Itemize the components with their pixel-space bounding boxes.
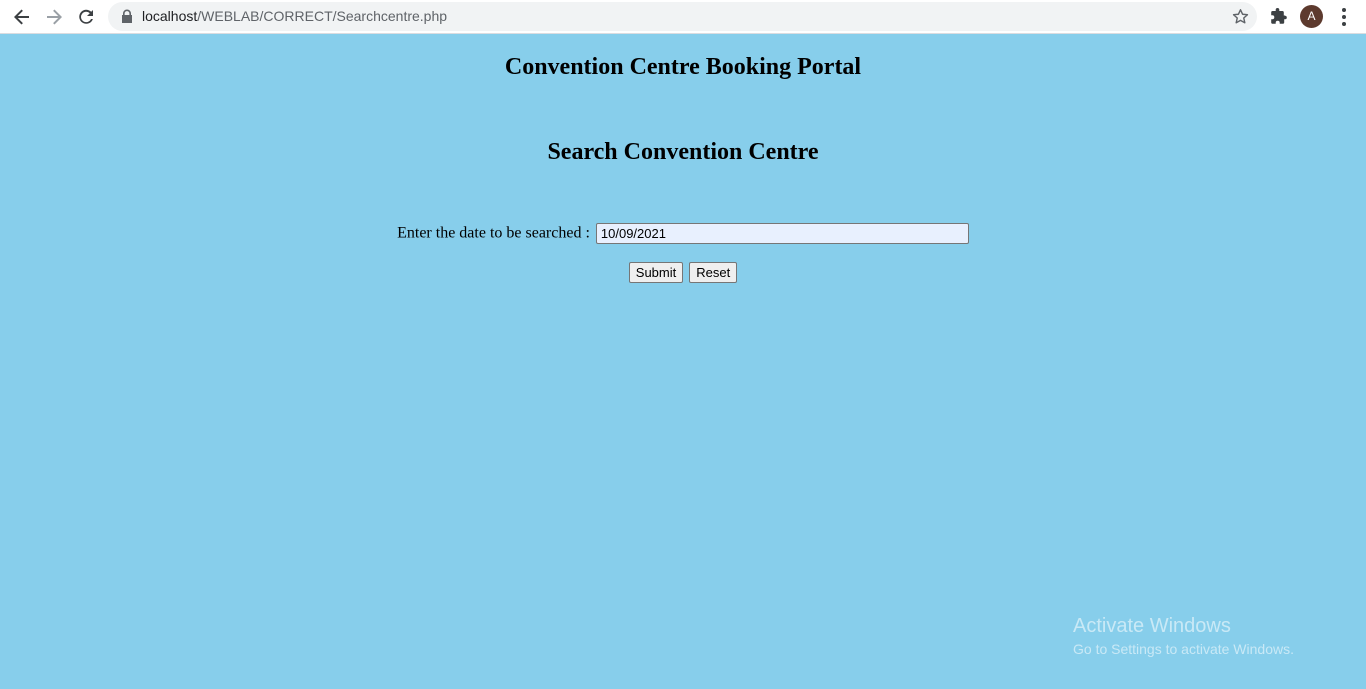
puzzle-icon[interactable] <box>1270 7 1288 25</box>
arrow-left-icon <box>14 9 29 25</box>
back-button[interactable] <box>10 5 34 29</box>
button-row: Submit Reset <box>0 262 1366 283</box>
date-input[interactable] <box>595 223 969 244</box>
url-path: /WEBLAB/CORRECT/Searchcentre.php <box>197 8 448 24</box>
watermark-title: Activate Windows <box>1073 615 1231 637</box>
url-host: localhost <box>142 8 198 24</box>
lock-icon <box>122 9 132 23</box>
date-label: Enter the date to be searched : <box>397 224 590 242</box>
activate-windows-watermark: Activate Windows Go to Settings to activ… <box>1073 614 1294 659</box>
kebab-menu-icon[interactable] <box>1336 6 1352 28</box>
reload-button[interactable] <box>74 5 98 29</box>
date-row: Enter the date to be searched : <box>0 223 1366 244</box>
address-bar[interactable]: localhost/WEBLAB/CORRECT/Searchcentre.ph… <box>108 2 1257 31</box>
forward-button[interactable] <box>42 5 66 29</box>
star-icon[interactable] <box>1232 8 1249 25</box>
search-title: Search Convention Centre <box>547 139 819 165</box>
arrow-right-icon <box>47 9 62 25</box>
browser-toolbar: localhost/WEBLAB/CORRECT/Searchcentre.ph… <box>0 0 1366 34</box>
url-text: localhost/WEBLAB/CORRECT/Searchcentre.ph… <box>142 2 447 31</box>
reset-button[interactable]: Reset <box>689 262 738 283</box>
watermark-subtitle: Go to Settings to activate Windows. <box>1073 641 1294 657</box>
reload-icon <box>79 9 93 24</box>
page-body: Convention Centre Booking Portal Search … <box>0 34 1366 689</box>
portal-title: Convention Centre Booking Portal <box>504 54 862 80</box>
profile-avatar[interactable]: A <box>1300 5 1323 28</box>
submit-button[interactable]: Submit <box>628 262 684 283</box>
